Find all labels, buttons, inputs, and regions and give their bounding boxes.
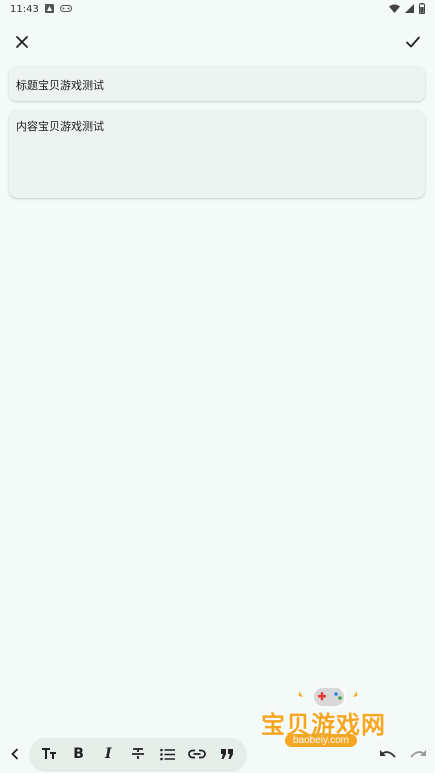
strikethrough-icon (131, 748, 144, 759)
app-notification-icon (45, 4, 54, 13)
title-input-value: 标题宝贝游戏测试 (16, 79, 104, 92)
signal-icon (405, 4, 414, 13)
close-icon (16, 36, 28, 48)
list-icon (160, 748, 176, 760)
title-input[interactable]: 标题宝贝游戏测试 (9, 66, 425, 101)
status-bar: 11:43 (0, 0, 435, 20)
format-toolbar: B I (0, 736, 435, 773)
link-icon (188, 749, 207, 759)
bold-button[interactable]: B (66, 741, 92, 767)
wifi-icon (389, 4, 400, 13)
italic-icon: I (104, 746, 112, 762)
content-input[interactable]: 内容宝贝游戏测试 (9, 110, 425, 198)
italic-button[interactable]: I (95, 741, 121, 767)
collapse-toolbar-button[interactable] (4, 742, 26, 766)
link-button[interactable] (184, 741, 210, 767)
quote-icon (221, 749, 234, 759)
game-notification-icon (60, 5, 72, 12)
confirm-button[interactable] (395, 24, 431, 60)
format-options: B I (30, 738, 246, 770)
content-input-value: 内容宝贝游戏测试 (16, 120, 104, 133)
close-button[interactable] (4, 24, 40, 60)
bold-icon: B (73, 746, 84, 762)
top-app-bar (0, 24, 435, 60)
undo-icon (380, 750, 396, 758)
battery-icon (419, 3, 425, 14)
undo-button[interactable] (376, 742, 400, 766)
text-size-button[interactable] (36, 741, 62, 767)
status-right-icons (389, 3, 425, 14)
check-icon (406, 36, 420, 48)
text-size-icon (41, 748, 56, 759)
chevron-left-icon (11, 748, 18, 760)
redo-button[interactable] (406, 742, 430, 766)
quote-button[interactable] (214, 741, 240, 767)
strikethrough-button[interactable] (125, 741, 151, 767)
list-button[interactable] (155, 741, 181, 767)
redo-icon (410, 750, 426, 758)
status-left-icons (45, 4, 72, 13)
status-time: 11:43 (10, 4, 39, 15)
